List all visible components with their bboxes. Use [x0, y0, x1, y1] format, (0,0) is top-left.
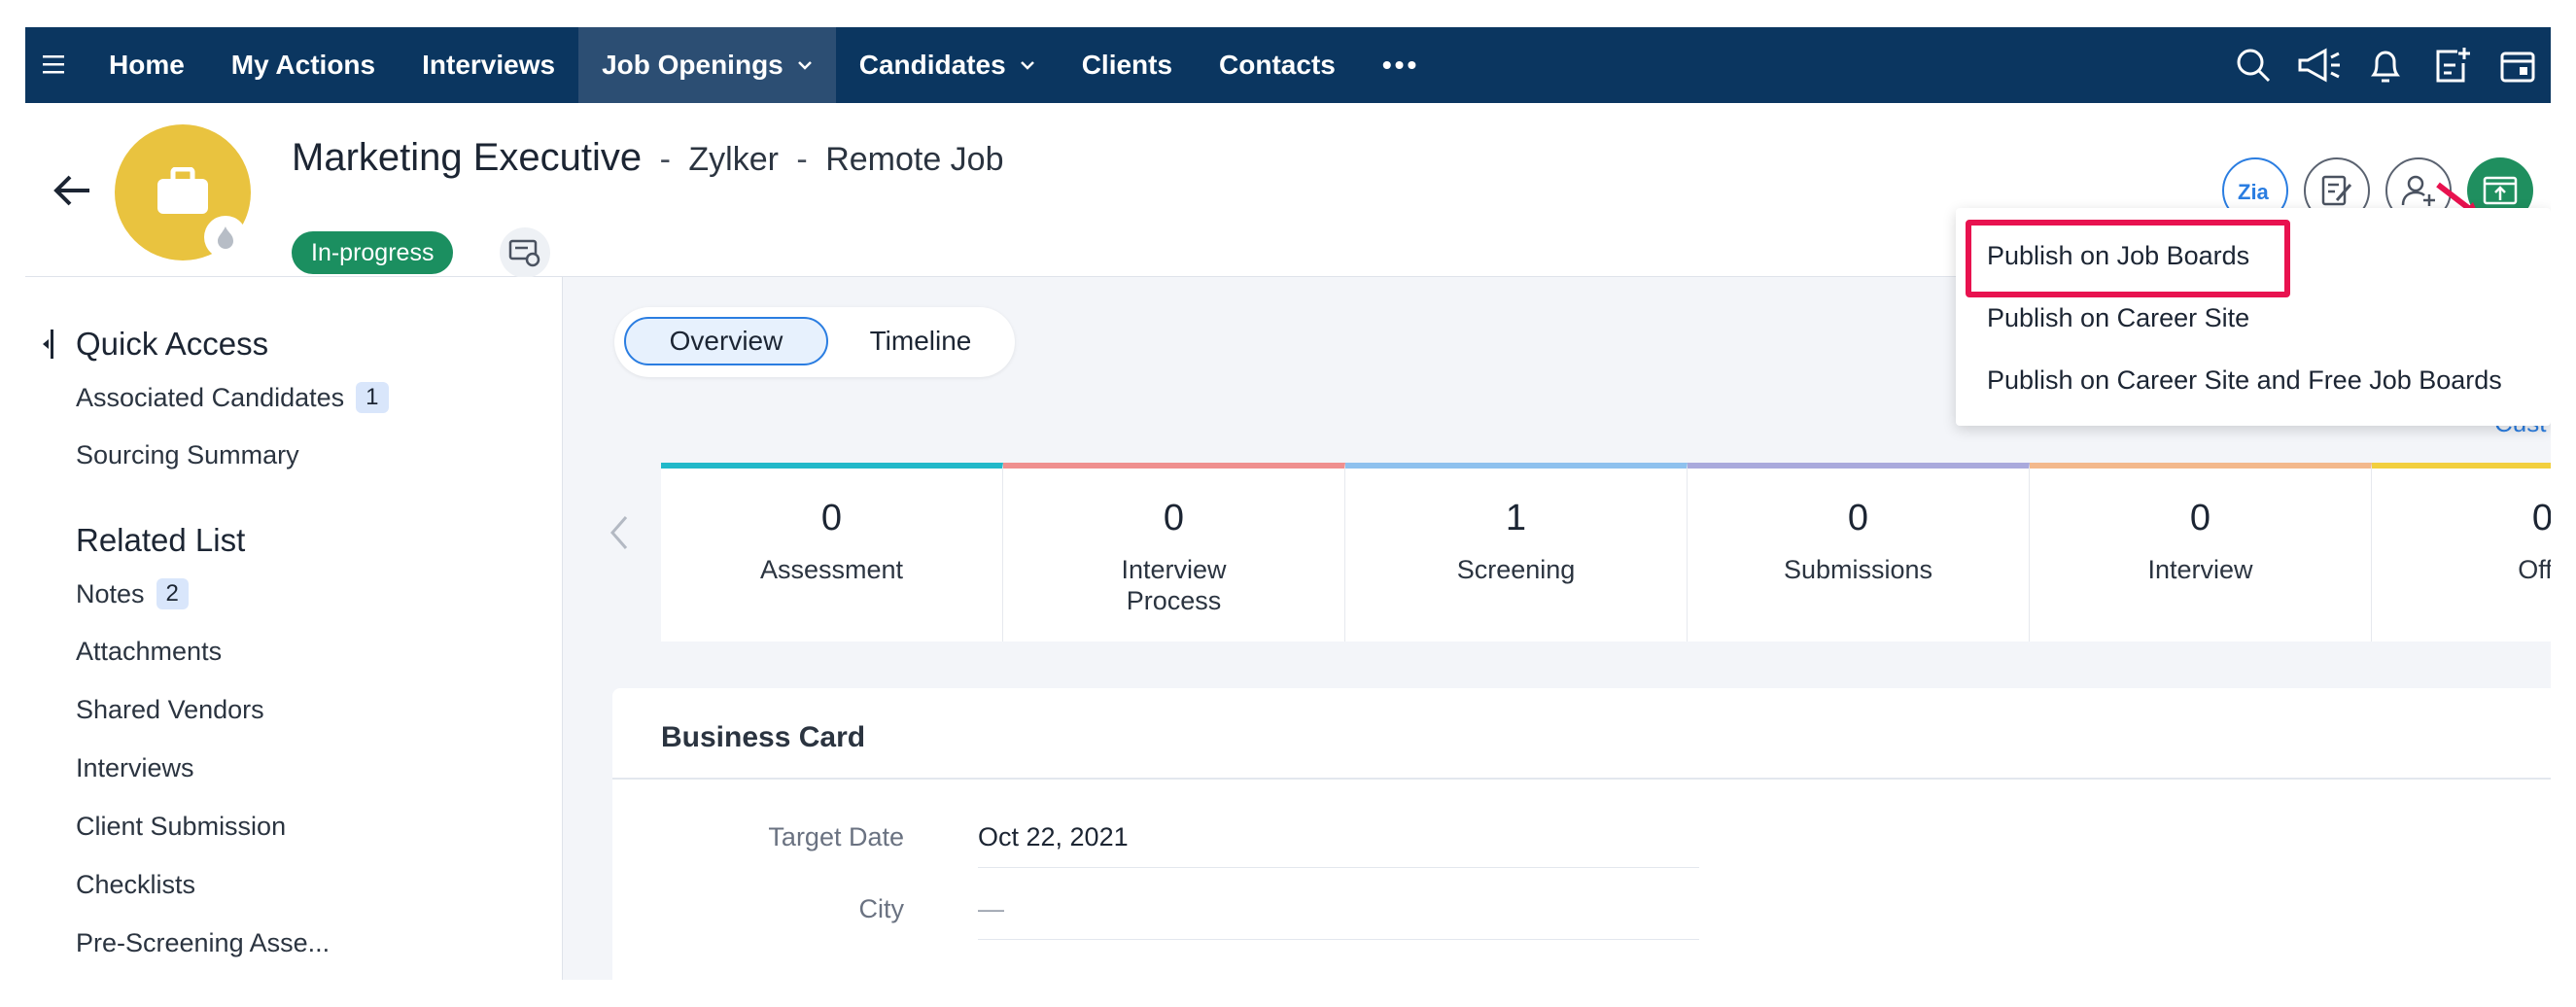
stage-card[interactable]: 0 Submissions	[1688, 463, 2030, 642]
stage-card[interactable]: 0 Assessment	[661, 463, 1003, 642]
chevron-down-icon	[797, 61, 812, 70]
nav-home[interactable]: Home	[86, 27, 208, 103]
stage-count: 1	[1505, 498, 1527, 538]
sidebar-item-checklists[interactable]: Checklists	[76, 870, 195, 900]
stage-card[interactable]: 0 Interview	[2030, 463, 2372, 642]
chevron-left-icon[interactable]	[609, 513, 630, 557]
stage-card[interactable]: 0 Offe	[2372, 463, 2551, 642]
quick-access-title: Quick Access	[76, 326, 269, 362]
sidebar-item-label: Associated Candidates	[76, 382, 345, 412]
publish-career-site-free-boards-item[interactable]: Publish on Career Site and Free Job Boar…	[1987, 365, 2502, 396]
sidebar-item-sourcing-summary[interactable]: Sourcing Summary	[76, 440, 299, 470]
field-value-city[interactable]: —	[978, 894, 1004, 924]
title-separator: -	[659, 141, 671, 178]
top-nav: Home My Actions Interviews Job Openings Cand…	[25, 27, 2551, 103]
calendar-icon[interactable]	[2485, 27, 2551, 103]
count-badge: 2	[156, 578, 189, 609]
publish-menu: Publish on Job Boards Publish on Career …	[1956, 208, 2551, 426]
page-title: Marketing Executive	[292, 136, 643, 179]
client-name[interactable]: Zylker	[688, 141, 779, 178]
sidebar-item-label: Attachments	[76, 637, 223, 666]
status-history-icon[interactable]	[500, 227, 550, 278]
nav-label: Clients	[1081, 50, 1173, 80]
nav-candidates[interactable]: Candidates	[836, 27, 1059, 103]
title-separator: -	[796, 141, 808, 178]
sidebar-item-interviews[interactable]: Interviews	[76, 753, 194, 783]
sidebar-item-label: Interviews	[76, 753, 194, 782]
bell-icon[interactable]	[2352, 27, 2419, 103]
app-window: Home My Actions Interviews Job Openings Cand…	[25, 27, 2551, 980]
pipeline-stages: 0 Assessment 0 Interview Process 1 Screening 0…	[661, 463, 2551, 642]
title-row: Marketing Executive - Zylker - Remote Jo…	[292, 136, 1004, 180]
announcement-icon[interactable]	[2286, 27, 2352, 103]
stage-label: Interview	[2147, 555, 2253, 584]
publish-job-boards-item[interactable]: Publish on Job Boards	[1987, 241, 2249, 271]
search-icon[interactable]	[2220, 27, 2286, 103]
nav-right-icons	[2220, 27, 2551, 103]
nav-label: Contacts	[1219, 50, 1336, 80]
sidebar-item-label: Pre-Screening Asse...	[76, 928, 331, 957]
stage-count: 0	[2531, 498, 2551, 538]
nav-label: My Actions	[230, 50, 376, 80]
stage-count: 0	[2189, 498, 2211, 538]
sidebar-item-pre-screening[interactable]: Pre-Screening Asse...	[76, 928, 330, 958]
field-label-city: City	[858, 894, 905, 923]
add-note-icon[interactable]	[2419, 27, 2485, 103]
briefcase-icon	[157, 167, 208, 214]
divider	[978, 867, 1699, 868]
sidebar-item-label: Notes	[76, 578, 145, 608]
sidebar-item-associated-candidates[interactable]: Associated Candidates 1	[76, 382, 389, 413]
nav-my-actions[interactable]: My Actions	[208, 27, 399, 103]
sidebar-item-label: Sourcing Summary	[76, 440, 299, 469]
nav-job-openings[interactable]: Job Openings	[578, 27, 836, 103]
chevron-down-icon	[1020, 61, 1034, 70]
job-type: Remote Job	[825, 141, 1004, 178]
divider	[978, 939, 1699, 940]
job-avatar	[115, 124, 251, 260]
related-list-title: Related List	[76, 522, 246, 558]
nav-contacts[interactable]: Contacts	[1196, 27, 1359, 103]
stage-label: Assessment	[759, 555, 904, 584]
count-badge: 1	[356, 382, 389, 413]
stage-label: Interview Process	[1121, 555, 1227, 615]
field-value-target-date[interactable]: Oct 22, 2021	[978, 822, 1129, 852]
more-tabs-icon[interactable]: •••	[1359, 27, 1443, 103]
stage-count: 0	[820, 498, 843, 538]
sidebar-item-label: Checklists	[76, 870, 196, 899]
view-tabs: Overview Timeline	[614, 307, 1015, 377]
nav-interviews[interactable]: Interviews	[399, 27, 578, 103]
sidebar-item-label: Shared Vendors	[76, 695, 264, 724]
stage-card[interactable]: 1 Screening	[1345, 463, 1688, 642]
nav-label: Home	[109, 50, 185, 80]
stage-label: Offe	[2518, 555, 2551, 584]
stage-count: 0	[1163, 498, 1185, 538]
menu-icon[interactable]	[25, 27, 86, 103]
divider	[612, 778, 2551, 780]
stage-count: 0	[1847, 498, 1869, 538]
stage-label: Submissions	[1783, 555, 1933, 584]
tab-overview[interactable]: Overview	[624, 317, 828, 365]
nav-label: Interviews	[422, 50, 556, 80]
collapse-sidebar-icon[interactable]	[39, 328, 54, 365]
sidebar: Quick Access Associated Candidates 1 Sou…	[25, 277, 563, 980]
stage-card[interactable]: 0 Interview Process	[1003, 463, 1345, 642]
nav-label: Candidates	[858, 50, 1006, 80]
tab-timeline[interactable]: Timeline	[838, 317, 1003, 365]
sidebar-item-label: Client Submission	[76, 812, 287, 841]
field-label-target-date: Target Date	[768, 822, 904, 851]
business-card: Business Card Target Date Oct 22, 2021 C…	[612, 688, 2551, 980]
sidebar-item-attachments[interactable]: Attachments	[76, 637, 222, 667]
sidebar-item-shared-vendors[interactable]: Shared Vendors	[76, 695, 264, 725]
publish-career-site-item[interactable]: Publish on Career Site	[1987, 303, 2249, 333]
hot-job-icon	[204, 216, 247, 259]
sidebar-item-notes[interactable]: Notes 2	[76, 578, 189, 609]
nav-label: Job Openings	[602, 50, 783, 80]
business-card-title: Business Card	[661, 721, 866, 753]
back-arrow-icon[interactable]	[51, 169, 93, 212]
nav-clients[interactable]: Clients	[1059, 27, 1196, 103]
status-badge[interactable]: In-progress	[292, 231, 454, 274]
stage-label: Screening	[1456, 555, 1576, 584]
svg-text:Zia: Zia	[2238, 180, 2270, 204]
sidebar-item-client-submission[interactable]: Client Submission	[76, 812, 286, 842]
